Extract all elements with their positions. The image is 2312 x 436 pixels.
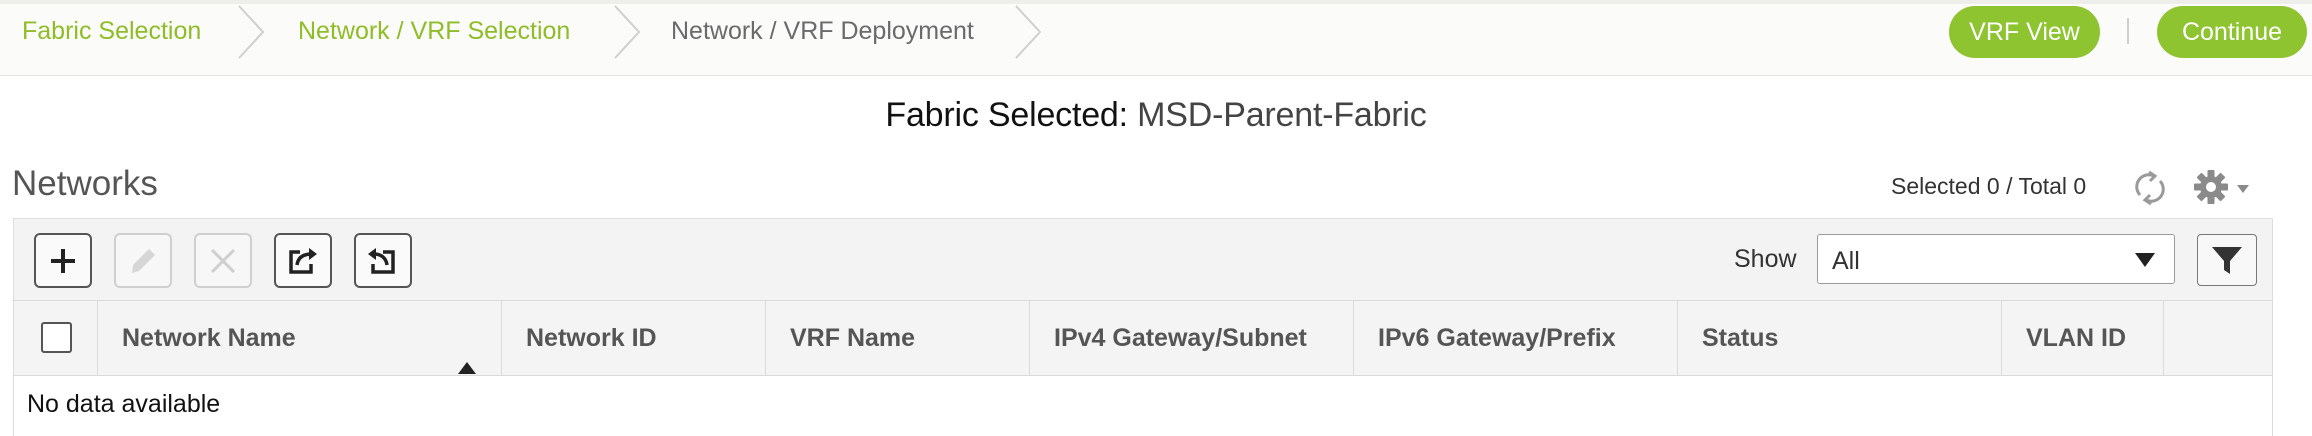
vrf-view-button[interactable]: VRF View: [1949, 6, 2100, 58]
column-ipv6-gateway-prefix[interactable]: IPv6 Gateway/Prefix: [1354, 301, 1678, 375]
column-network-name[interactable]: Network Name: [98, 301, 502, 375]
settings-dropdown-caret-icon[interactable]: [2235, 182, 2251, 194]
column-header-label: VRF Name: [790, 324, 916, 352]
table-toolbar: Show All: [13, 218, 2273, 300]
select-all-column: [14, 301, 98, 375]
column-vrf-name[interactable]: VRF Name: [766, 301, 1030, 375]
delete-network-button[interactable]: [194, 233, 252, 288]
column-header-label: IPv6 Gateway/Prefix: [1378, 324, 1616, 352]
add-network-button[interactable]: [34, 233, 92, 288]
chevron-right-icon: [236, 4, 268, 60]
toolbar-divider: [2127, 18, 2129, 44]
selection-count: Selected 0 / Total 0: [1891, 173, 2087, 199]
step-fabric-selection[interactable]: Fabric Selection: [22, 4, 201, 59]
caret-down-icon: [2134, 252, 2156, 273]
networks-table-header: Network Name Network ID VRF Name IPv4 Ga…: [13, 300, 2273, 376]
fabric-selected-name: MSD-Parent-Fabric: [1137, 96, 1427, 134]
select-all-checkbox[interactable]: [41, 322, 72, 353]
show-filter-select[interactable]: All: [1817, 234, 2175, 284]
empty-state-message: No data available: [27, 390, 221, 418]
show-filter-label: Show: [1734, 245, 1797, 273]
fabric-selected-label: Fabric Selected:: [885, 96, 1128, 134]
show-filter-value: All: [1832, 247, 1860, 275]
column-network-id[interactable]: Network ID: [502, 301, 766, 375]
import-button[interactable]: [354, 233, 412, 288]
column-header-label: Network ID: [526, 324, 657, 352]
chevron-right-icon: [612, 4, 644, 60]
column-status[interactable]: Status: [1678, 301, 2002, 375]
continue-button[interactable]: Continue: [2157, 6, 2307, 58]
step-network-vrf-deployment: Network / VRF Deployment: [671, 17, 974, 45]
chevron-right-icon: [1013, 4, 1045, 60]
edit-network-button[interactable]: [114, 233, 172, 288]
networks-table-body: No data available: [13, 376, 2273, 436]
export-button[interactable]: [274, 233, 332, 288]
column-ipv4-gateway-subnet[interactable]: IPv4 Gateway/Subnet: [1030, 301, 1354, 375]
fabric-selected-heading: Fabric Selected: MSD-Parent-Fabric: [0, 96, 2312, 135]
networks-title: Networks: [12, 164, 158, 203]
settings-gear-icon[interactable]: [2193, 168, 2229, 206]
column-header-label: Network Name: [122, 324, 296, 352]
column-header-label: IPv4 Gateway/Subnet: [1054, 324, 1307, 352]
column-header-label: Status: [1702, 324, 1779, 352]
column-header-label: VLAN ID: [2026, 324, 2126, 352]
column-vlan-id[interactable]: VLAN ID: [2002, 301, 2164, 375]
wizard-bar: Fabric Selection Network / VRF Selection…: [0, 0, 2312, 76]
step-network-vrf-selection[interactable]: Network / VRF Selection: [298, 4, 570, 59]
filter-button[interactable]: [2197, 234, 2257, 286]
refresh-icon[interactable]: [2132, 170, 2168, 206]
